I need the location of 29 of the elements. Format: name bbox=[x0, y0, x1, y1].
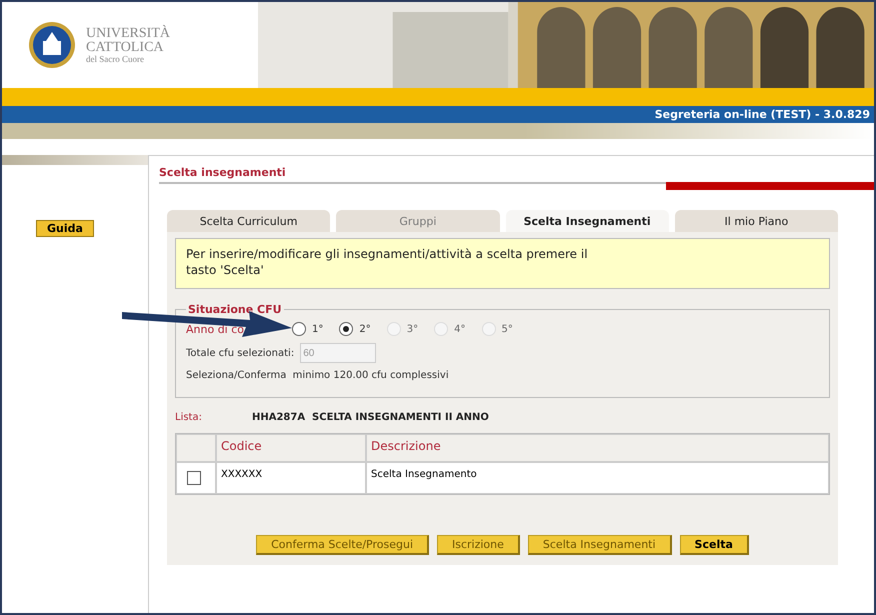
crest-icon bbox=[28, 21, 76, 69]
radio-label: 4° bbox=[454, 324, 466, 335]
list-value: HHA287A SCELTA INSEGNAMENTI II ANNO bbox=[252, 412, 489, 424]
info-message: Per inserire/modificare gli insegnamenti/attività a scelta premere il tasto 'Scelta' bbox=[175, 238, 830, 290]
radio-label: 1° bbox=[312, 324, 324, 335]
list-label: Lista: bbox=[175, 412, 202, 424]
radio-label: 2° bbox=[359, 324, 371, 335]
table-cell: Scelta Insegnamento bbox=[366, 462, 829, 494]
guide-button[interactable]: Guida bbox=[36, 220, 94, 237]
requirement-note: Seleziona/Conferma minimo 120.00 cfu complessivi bbox=[186, 370, 449, 382]
radio-label: 5° bbox=[502, 324, 513, 335]
page-title: Scelta insegnamenti bbox=[159, 166, 286, 178]
action-button[interactable]: Scelta bbox=[680, 535, 749, 556]
radio-button[interactable] bbox=[292, 322, 306, 336]
section-legend: Situazione CFU bbox=[186, 303, 284, 316]
column-header: Descrizione bbox=[366, 434, 829, 462]
radio-button[interactable] bbox=[339, 322, 354, 336]
row-checkbox[interactable] bbox=[187, 471, 201, 486]
tab[interactable]: Il mio Piano bbox=[674, 210, 838, 232]
brand-text: del Sacro Cuore bbox=[86, 54, 145, 64]
tab[interactable]: Scelta Curriculum bbox=[167, 210, 330, 232]
total-label: Totale cfu selezionati: bbox=[186, 348, 294, 359]
brand-text: UNIVERSITÀ bbox=[86, 26, 170, 40]
table-cell: XXXXXX bbox=[216, 462, 366, 494]
column-header: Codice bbox=[216, 434, 366, 462]
app-title: Segreteria on-line (TEST) - 3.0.829 bbox=[654, 108, 870, 121]
brand-text: CATTOLICA bbox=[86, 40, 165, 54]
radio-label: 3° bbox=[406, 324, 418, 335]
tab[interactable]: Scelta Insegnamenti bbox=[506, 210, 669, 232]
